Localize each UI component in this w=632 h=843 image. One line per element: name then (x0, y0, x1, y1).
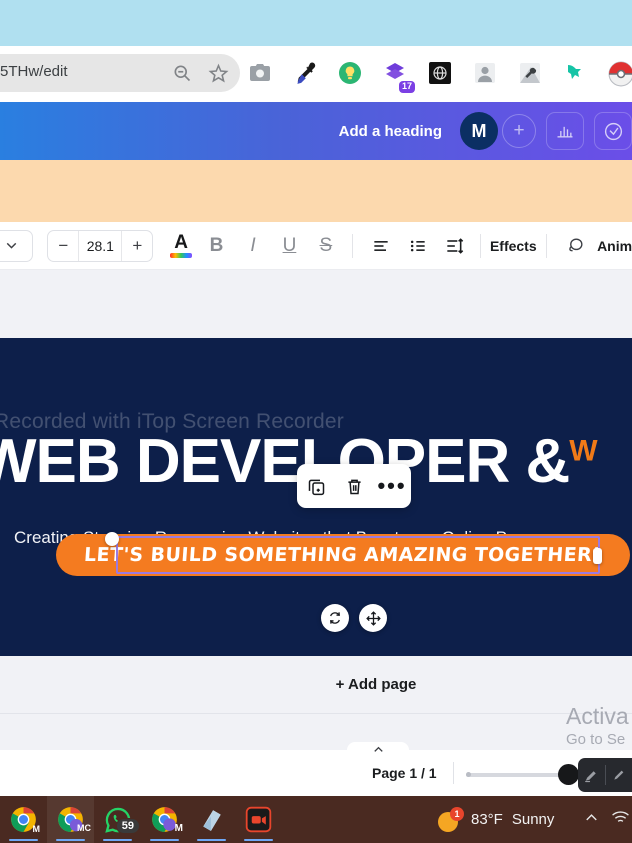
taskbar-badge-initial: M (32, 824, 41, 834)
dark-globe-extension-icon[interactable] (428, 61, 454, 87)
wifi-icon[interactable] (611, 808, 630, 832)
taskbar-active-underline-2 (56, 838, 85, 841)
text-color-button[interactable]: A (165, 229, 196, 263)
text-selection-outline (116, 536, 600, 574)
bold-label: B (209, 234, 224, 256)
element-context-toolbar: ••• (297, 464, 411, 508)
person-extension-icon[interactable] (473, 61, 499, 87)
taskbar-active-underline-3 (103, 838, 132, 841)
resize-handle-right[interactable] (593, 548, 602, 564)
toolbar-divider-3 (545, 233, 547, 258)
analytics-icon[interactable] (546, 112, 584, 150)
strikethrough-button[interactable]: S (309, 229, 342, 263)
animate-label[interactable]: Anim (597, 238, 632, 254)
eyedropper-extension-icon[interactable] (293, 61, 319, 87)
effects-button[interactable]: Effects (490, 238, 537, 254)
italic-label: I (250, 234, 256, 256)
strikethrough-label: S (319, 234, 333, 256)
taskbar-item-chrome-3[interactable]: M (141, 796, 188, 843)
taskbar-active-underline-5 (197, 838, 226, 841)
whatsapp-unread-badge: 59 (115, 818, 140, 834)
animate-icon[interactable] (559, 229, 592, 263)
weather-temperature: 83°F (471, 811, 503, 828)
lightbulb-extension-icon[interactable] (338, 61, 364, 87)
bold-button[interactable]: B (200, 229, 233, 263)
font-size-increase[interactable]: + (122, 231, 152, 261)
add-collaborator-button[interactable]: + (502, 114, 536, 148)
activate-windows-watermark: Activa Go to Se (566, 702, 629, 750)
font-size-value[interactable]: 28.1 (78, 230, 123, 261)
taskbar-weather-widget[interactable]: 1 83°F Sunny (438, 796, 554, 843)
bullet-list-icon[interactable] (401, 229, 434, 263)
trash-icon[interactable] (341, 473, 367, 499)
zoom-out-icon[interactable] (172, 63, 192, 83)
headline-main: WEB DEVELOPER & (0, 427, 570, 496)
drawing-tools-panel (578, 758, 632, 792)
page-indicator: Page 1 / 1 (372, 765, 437, 781)
italic-button[interactable]: I (236, 229, 269, 263)
system-tray (582, 796, 630, 843)
page-top-strip (0, 0, 632, 46)
chevron-up-icon[interactable] (582, 808, 601, 832)
weather-alert-badge: 1 (450, 806, 464, 821)
more-options-icon[interactable]: ••• (377, 473, 405, 499)
taskbar-item-notepad[interactable] (188, 796, 235, 843)
add-page-label: + Add page (335, 676, 417, 693)
add-page-bar[interactable]: + Add page (0, 656, 632, 714)
underline-label: U (282, 234, 297, 256)
font-size-decrease[interactable]: − (48, 231, 78, 261)
collapse-panel-button[interactable] (347, 742, 409, 762)
extension-badge: 17 (398, 81, 415, 93)
text-edit-toolbar: − 28.1 + A B I U S Effects Anim (0, 222, 632, 270)
browser-toolbar: 5THw/edit 17 (0, 46, 632, 102)
underline-button[interactable]: U (273, 229, 306, 263)
wrench-extension-icon[interactable] (518, 61, 544, 87)
activate-line-1: Activa (566, 703, 629, 729)
move-handle-icon[interactable] (359, 604, 387, 632)
app-header: Add a heading M + (0, 102, 632, 160)
activate-line-2: Go to Se (566, 731, 626, 748)
zoom-slider-knob[interactable] (558, 764, 579, 785)
taskbar-item-itop-recorder[interactable] (235, 796, 282, 843)
font-family-dropdown[interactable] (0, 229, 34, 262)
taskbar-badge-initial-3: M (174, 823, 183, 834)
pen-icon[interactable] (606, 767, 632, 783)
align-left-icon[interactable] (365, 229, 398, 263)
taskbar-active-underline-4 (150, 838, 179, 841)
duplicate-icon[interactable] (303, 473, 329, 499)
font-size-stepper[interactable]: − 28.1 + (47, 229, 154, 262)
rotate-handle-icon[interactable] (321, 604, 349, 632)
taskbar-active-underline-6 (244, 838, 273, 841)
taskbar-badge-initial-2: MC (77, 823, 91, 833)
zoom-slider-tick (466, 772, 471, 777)
peach-band (0, 160, 632, 222)
bookmark-star-icon[interactable] (208, 63, 229, 83)
taskbar-active-underline (9, 838, 38, 841)
toolbar-divider-2 (479, 233, 481, 258)
line-spacing-icon[interactable] (438, 229, 471, 263)
status-divider (453, 762, 454, 784)
camera-extension-icon[interactable] (248, 61, 274, 87)
taskbar-item-chrome-2[interactable]: MC (47, 796, 94, 843)
highlighter-icon[interactable] (578, 767, 605, 784)
taskbar-item-chrome-1[interactable]: M (0, 796, 47, 843)
address-bar[interactable]: 5THw/edit (0, 54, 240, 92)
avatar[interactable]: M (460, 112, 498, 150)
pokeball-profile-icon[interactable] (608, 61, 632, 87)
headline-accent: W (569, 434, 597, 468)
timer-icon[interactable] (594, 112, 632, 150)
sun-icon: 1 (438, 806, 464, 832)
url-text: 5THw/edit (0, 63, 68, 80)
text-color-swatch (170, 252, 193, 258)
taskbar-item-whatsapp[interactable]: 59 (94, 796, 141, 843)
resize-handle-left[interactable] (105, 532, 119, 546)
weather-condition: Sunny (511, 811, 555, 828)
extension-tray: 17 (248, 46, 632, 102)
toolbar-divider (351, 233, 353, 258)
screen: 5THw/edit 17 Add a heading M + − 28.1 + … (0, 0, 632, 843)
teal-bird-extension-icon[interactable] (563, 61, 589, 87)
purple-stack-extension-icon[interactable]: 17 (383, 61, 415, 93)
text-color-letter: A (174, 231, 188, 253)
design-title[interactable]: Add a heading (339, 123, 442, 140)
